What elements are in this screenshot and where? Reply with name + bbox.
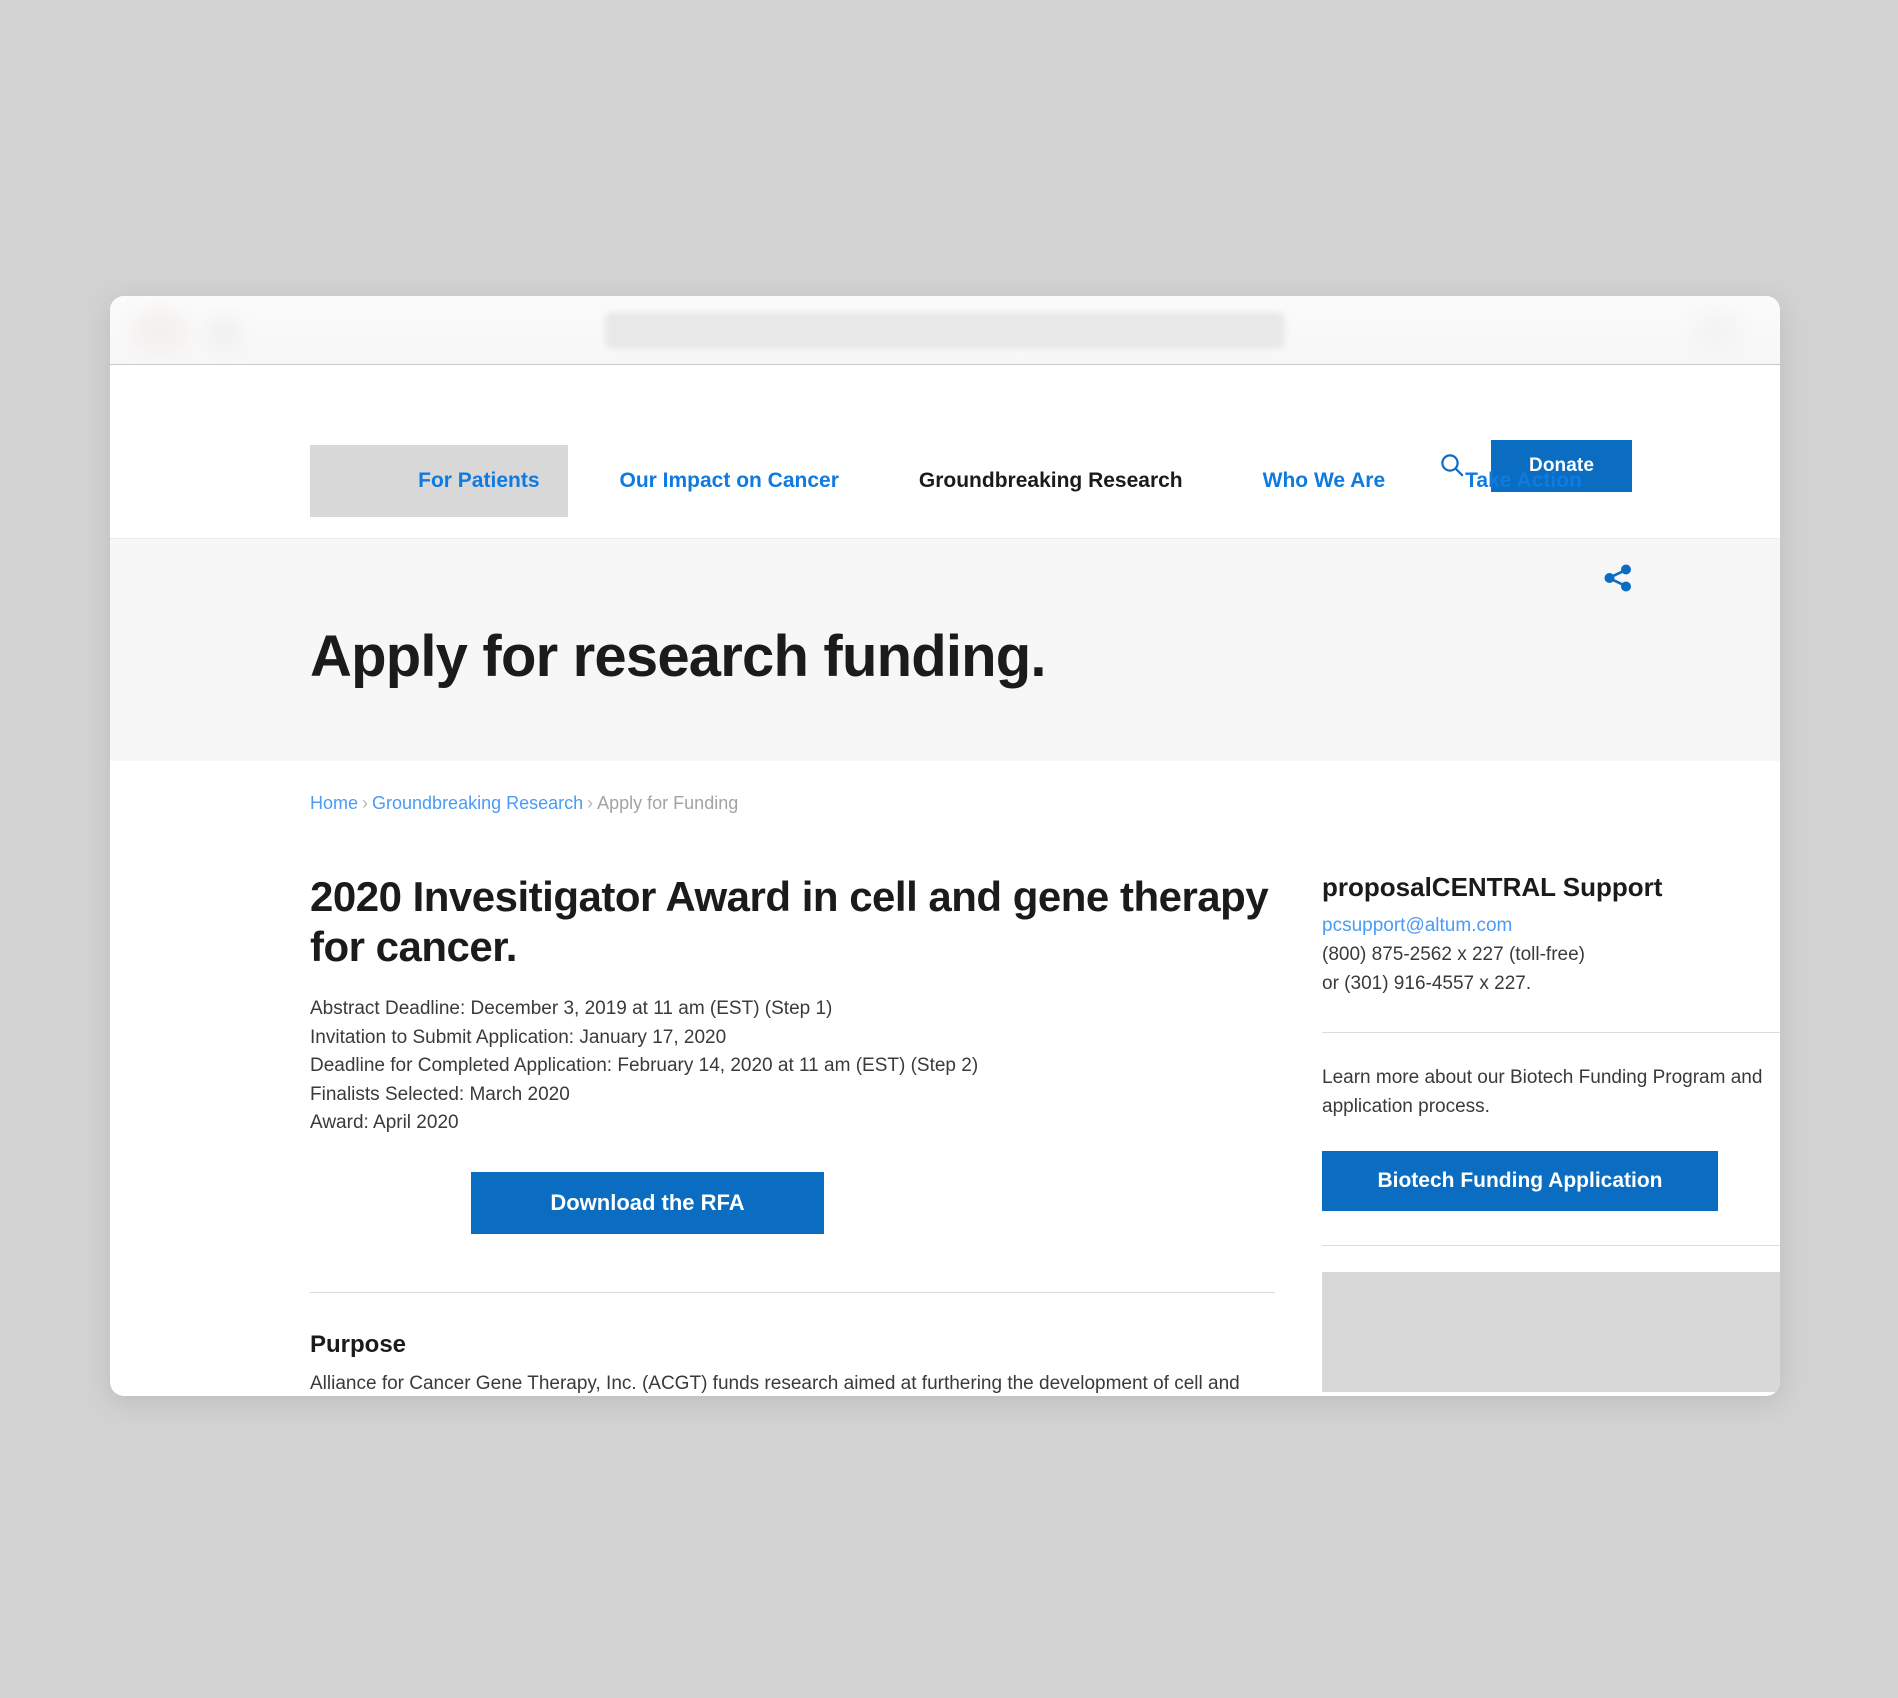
biotech-funding-application-button[interactable]: Biotech Funding Application [1322, 1151, 1718, 1211]
deadline-item-abstract: Abstract Deadline: December 3, 2019 at 1… [310, 998, 833, 1020]
main-divider [310, 1291, 1275, 1293]
browser-chrome-bar [110, 296, 1780, 365]
download-rfa-button[interactable]: Download the RFA [471, 1171, 824, 1234]
hero-section: Apply for research funding. [110, 538, 1780, 761]
main-column: 2020 Invesitigator Award in cell and gen… [310, 872, 1275, 1396]
nav-item-our-impact-on-cancer[interactable]: Our Impact on Cancer [620, 469, 839, 493]
sidebar-column: proposalCENTRAL Support pcsupport@altum.… [1322, 872, 1780, 1396]
main-navigation: For Patients Our Impact on Cancer Ground… [110, 469, 1780, 493]
support-phone-secondary: or (301) 916-4557 x 227. [1322, 973, 1532, 994]
deadline-item-invitation: Invitation to Submit Application: Januar… [310, 1026, 727, 1048]
sidebar-image-placeholder [1322, 1272, 1780, 1392]
browser-nav-buttons-blurred [132, 310, 188, 354]
breadcrumb-item-home[interactable]: Home [310, 793, 358, 813]
deadline-item-award: Award: April 2020 [310, 1112, 459, 1134]
nav-item-groundbreaking-research[interactable]: Groundbreaking Research [919, 469, 1183, 493]
deadline-item-completed: Deadline for Completed Application: Febr… [310, 1055, 979, 1077]
deadline-list: Abstract Deadline: December 3, 2019 at 1… [310, 995, 1275, 1138]
browser-tab-blurred [205, 314, 243, 352]
deadline-item-finalists: Finalists Selected: March 2020 [310, 1083, 570, 1105]
browser-url-bar[interactable] [605, 312, 1285, 349]
share-button[interactable] [1596, 557, 1640, 601]
award-title: 2020 Invesitigator Award in cell and gen… [310, 873, 1269, 970]
learn-more-text: Learn more about our Biotech Funding Pro… [1322, 1067, 1763, 1117]
sidebar-divider-top [1322, 1032, 1780, 1033]
browser-menu-blurred [1694, 312, 1740, 350]
share-icon [1601, 561, 1635, 598]
nav-item-take-action[interactable]: Take Action [1465, 469, 1582, 493]
nav-item-for-patients[interactable]: For Patients [418, 469, 539, 493]
breadcrumb-item-groundbreaking-research[interactable]: Groundbreaking Research [372, 793, 583, 813]
nav-item-who-we-are[interactable]: Who We Are [1263, 469, 1386, 493]
support-heading: proposalCENTRAL Support [1322, 872, 1663, 902]
support-email-link[interactable]: pcsupport@altum.com [1322, 911, 1780, 940]
purpose-heading: Purpose [310, 1330, 407, 1358]
breadcrumb-separator: › [362, 793, 369, 813]
breadcrumb-item-current: Apply for Funding [597, 793, 739, 813]
page-title: Apply for research funding. [310, 624, 1047, 689]
browser-window: Donate For Patients Our Impact on Cancer… [110, 296, 1780, 1396]
purpose-body: Alliance for Cancer Gene Therapy, Inc. (… [310, 1372, 1240, 1394]
breadcrumb-separator: › [587, 793, 594, 813]
sidebar-divider-bottom [1322, 1245, 1780, 1246]
site-header: Donate For Patients Our Impact on Cancer… [110, 365, 1780, 538]
breadcrumb: Home › Groundbreaking Research › Apply for F… [110, 761, 1780, 814]
support-phone-primary: (800) 875-2562 x 227 (toll-free) [1322, 944, 1585, 965]
content-area: 2020 Invesitigator Award in cell and gen… [110, 814, 1780, 1396]
download-button-container: Download the RFA [310, 1171, 1275, 1234]
